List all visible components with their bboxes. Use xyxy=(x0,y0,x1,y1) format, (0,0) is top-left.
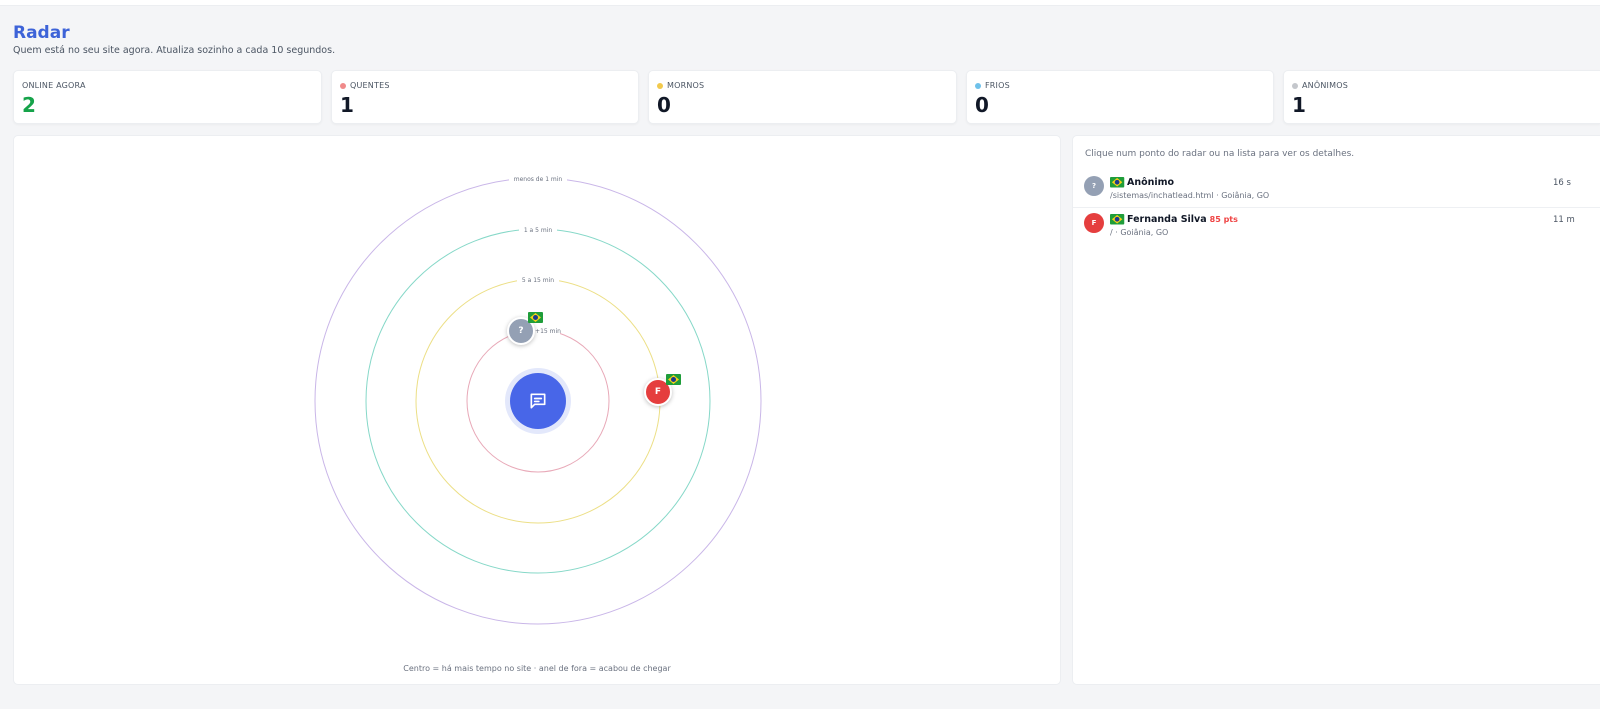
radar-panel: menos de 1 min 1 a 5 min 5 a 15 min +15 … xyxy=(13,135,1061,685)
visitor-name: Anônimo xyxy=(1127,177,1175,188)
cold-dot-icon xyxy=(975,82,981,89)
stat-value: 1 xyxy=(340,93,354,117)
hot-dot-icon xyxy=(340,82,346,89)
warm-dot-icon xyxy=(657,82,663,89)
ring-label: menos de 1 min xyxy=(514,176,563,183)
avatar: ? xyxy=(1084,176,1104,196)
visitor-initial: ? xyxy=(518,326,524,336)
list-hint: Clique num ponto do radar ou na lista pa… xyxy=(1085,149,1355,159)
list-item-anonimo[interactable]: ? Anônimo /sistemas/inchatlead.html · Go… xyxy=(1073,172,1600,208)
ring-label: 5 a 15 min xyxy=(522,277,554,284)
visitor-time: 16 s xyxy=(1553,178,1571,188)
stat-label: MORNOS xyxy=(657,81,704,90)
stat-card-online: ONLINE AGORA 2 xyxy=(13,70,322,124)
visitor-initial: F xyxy=(654,387,662,397)
stat-label: QUENTES xyxy=(340,81,390,90)
top-bar xyxy=(0,0,1600,6)
brazil-flag-icon xyxy=(666,374,681,385)
visitor-name: Fernanda Silva 85 pts xyxy=(1127,214,1238,225)
visitor-list-panel: Clique num ponto do radar ou na lista pa… xyxy=(1072,135,1600,685)
list-item-fernanda[interactable]: F Fernanda Silva 85 pts / · Goiânia, GO 1… xyxy=(1073,209,1600,245)
stat-value: 1 xyxy=(1292,93,1306,117)
avatar: F xyxy=(1084,213,1104,233)
visitor-time: 11 m xyxy=(1553,215,1575,225)
anonymous-dot-icon xyxy=(1292,82,1298,89)
stat-card-frios: FRIOS 0 xyxy=(966,70,1274,124)
stat-value: 0 xyxy=(657,93,671,117)
stat-card-mornos: MORNOS 0 xyxy=(648,70,957,124)
visitor-page-location: / · Goiânia, GO xyxy=(1110,228,1169,237)
visitor-page-location: /sistemas/inchatlead.html · Goiânia, GO xyxy=(1110,191,1270,200)
page-subtitle: Quem está no seu site agora. Atualiza so… xyxy=(13,45,336,56)
center-chat-button[interactable] xyxy=(510,373,566,429)
stat-label: ANÔNIMOS xyxy=(1292,81,1348,90)
stat-value: 0 xyxy=(975,93,989,117)
chat-icon xyxy=(530,393,546,409)
stat-card-anonimos: ANÔNIMOS 1 xyxy=(1283,70,1600,124)
radar-legend: Centro = há mais tempo no site · anel de… xyxy=(403,664,671,673)
brazil-flag-icon xyxy=(528,312,543,323)
stat-label: ONLINE AGORA xyxy=(22,81,86,90)
page-title: Radar xyxy=(13,23,70,43)
visitor-score: 85 pts xyxy=(1209,215,1238,224)
stat-card-quentes: QUENTES 1 xyxy=(331,70,639,124)
brazil-flag-icon xyxy=(1110,177,1125,188)
stat-value: 2 xyxy=(22,93,36,117)
ring-label: +15 min xyxy=(535,328,561,335)
stat-label: FRIOS xyxy=(975,81,1010,90)
ring-label: 1 a 5 min xyxy=(524,227,553,234)
brazil-flag-icon xyxy=(1110,214,1125,225)
